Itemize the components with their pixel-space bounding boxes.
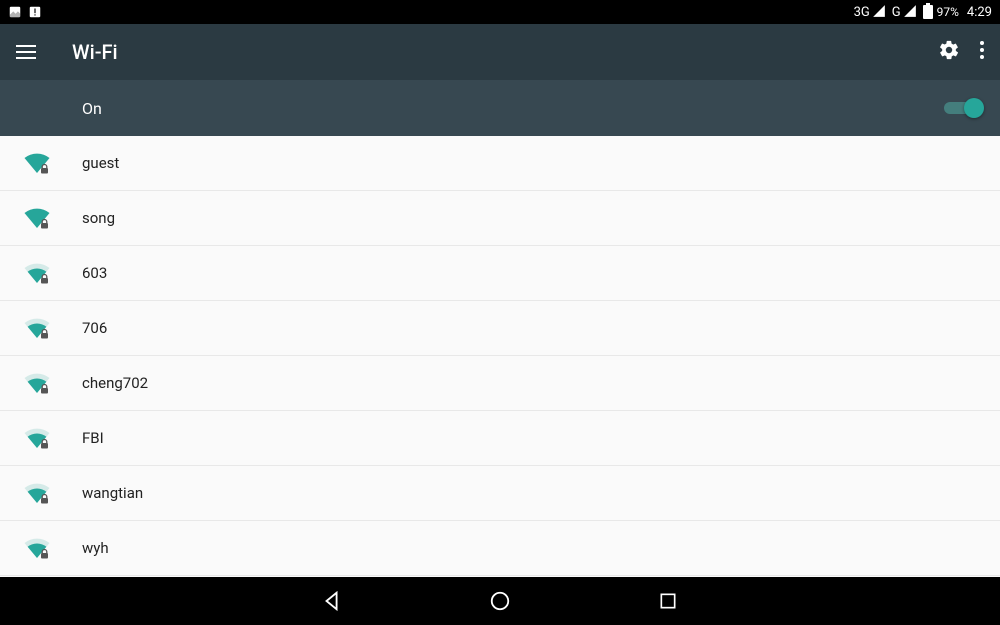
status-bar: 3G G 97% 4:29 xyxy=(0,0,1000,24)
network-name: wyh xyxy=(82,539,109,557)
cell-g-label: G xyxy=(892,5,901,20)
wifi-signal-icon xyxy=(24,207,50,229)
settings-icon[interactable] xyxy=(938,39,960,65)
network-item[interactable]: guest xyxy=(0,136,1000,191)
wifi-signal-icon xyxy=(24,372,50,394)
battery-percent: 97% xyxy=(937,5,959,19)
alert-icon xyxy=(28,5,42,19)
network-item[interactable]: 603 xyxy=(0,246,1000,301)
wifi-signal-icon xyxy=(24,482,50,504)
wifi-signal-icon xyxy=(24,317,50,339)
app-bar: Wi-Fi xyxy=(0,24,1000,80)
wifi-toggle-row: On xyxy=(0,80,1000,136)
network-name: guest xyxy=(82,154,119,172)
wifi-signal-icon xyxy=(24,427,50,449)
network-name: 706 xyxy=(82,319,107,337)
network-list: guest song 603 706 cheng702 FBI wangtian wyh xyxy=(0,136,1000,577)
battery-icon xyxy=(923,3,933,22)
network-name: song xyxy=(82,209,115,227)
network-name: FBI xyxy=(82,429,104,447)
network-item[interactable]: cheng702 xyxy=(0,356,1000,411)
cell-signal-icon-2 xyxy=(903,4,917,21)
wifi-signal-icon xyxy=(24,262,50,284)
wifi-toggle-label: On xyxy=(82,99,102,118)
network-item[interactable]: wangtian xyxy=(0,466,1000,521)
wifi-signal-icon xyxy=(24,537,50,559)
nav-bar xyxy=(0,577,1000,625)
network-name: cheng702 xyxy=(82,374,148,392)
menu-icon[interactable] xyxy=(16,40,40,64)
cell-3g-label: 3G xyxy=(854,5,870,20)
page-title: Wi-Fi xyxy=(72,40,118,64)
photo-icon xyxy=(8,5,22,19)
back-button[interactable] xyxy=(318,587,346,615)
overflow-menu-icon[interactable] xyxy=(980,41,984,63)
network-item[interactable]: song xyxy=(0,191,1000,246)
network-item[interactable]: FBI xyxy=(0,411,1000,466)
wifi-signal-icon xyxy=(24,152,50,174)
wifi-toggle-switch[interactable] xyxy=(944,98,984,118)
recent-apps-button[interactable] xyxy=(654,587,682,615)
network-name: 603 xyxy=(82,264,107,282)
network-item[interactable]: wyh xyxy=(0,521,1000,576)
status-time: 4:29 xyxy=(967,5,992,20)
network-name: wangtian xyxy=(82,484,143,502)
network-item[interactable]: 706 xyxy=(0,301,1000,356)
cell-signal-icon-1 xyxy=(872,4,886,21)
home-button[interactable] xyxy=(486,587,514,615)
